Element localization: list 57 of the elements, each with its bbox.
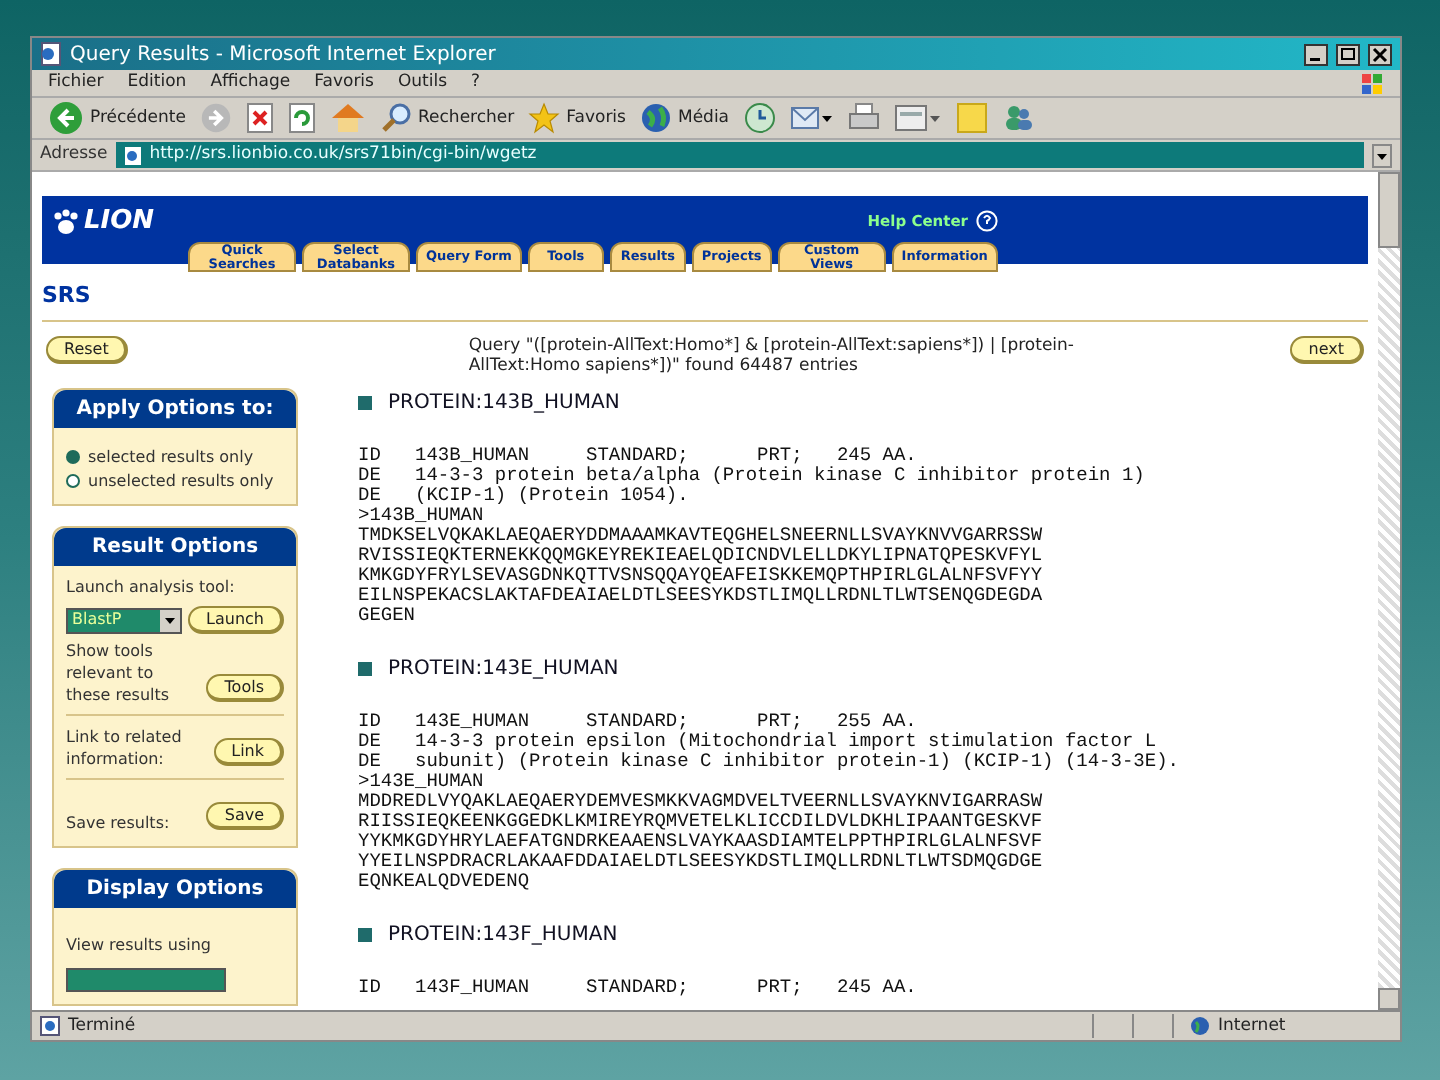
menu-item[interactable]: Fichier [48,70,104,96]
toolbar-label[interactable]: Favoris [566,105,626,131]
toolbar-label[interactable]: Média [677,105,730,131]
sequence-line: EQNKEALQDVEDENQ [358,872,532,892]
option-label: Show tools relevant to these results [66,640,172,706]
status-text: Terminé [68,1013,138,1039]
menu-item[interactable]: Affichage [210,70,291,96]
sequence-line: YYKMKGDYHRYLAEFATGNDRKEAAENSLVAYKAASDIAMTELPPTHPIRLGLALNFSVF [358,832,1045,852]
sequence-line: DE (KCIP-1) (Protein 1054). [358,486,691,506]
sequence-line: ID 143E_HUMAN STANDARD; PRT; 255 AA. [358,712,919,732]
sequence-line: MDDREDLVYQAKLAEQAERYDEMVESMKKVAGMDVELTVEERNLLSVAYKNVIGARRASW [358,792,1045,812]
reset-button[interactable]: Reset [46,336,129,364]
entry-heading[interactable]: PROTEIN:143E_HUMAN [388,654,619,684]
action-button[interactable]: Tools [206,674,284,702]
sequence-line: ID 143B_HUMAN STANDARD; PRT; 245 AA. [358,446,919,466]
radio-label: unselected results only [88,472,274,492]
sequence-line: EILNSPEKACSLAKTAFDEAIAELDTLSEESYKDSTLIMQLLRDNLTLWTSENQGDEGDA [358,586,1045,606]
sequence-line: >143B_HUMAN [358,506,486,526]
sequence-line: KMKGDYFRYLSEVASGDNKQTTVSNSQQAYQEAFEISKKEMQPTHPIRLGLALNFSVFYY [358,566,1045,586]
toolbar-label[interactable]: Rechercher [418,105,515,131]
option-label: Save results: [66,812,172,834]
entry-heading[interactable]: PROTEIN:143F_HUMAN [388,920,618,950]
sequence-line: TMDKSELVQKAKLAEQAERYDDMAAAMKAVTEQGHELSNEERNLLSVAYKNVVGARRSSW [358,526,1045,546]
sequence-line: GEGEN [358,606,418,626]
sequence-line: RIISSIEQKEENKGGEDKLKMIREYRQMVETELKLICCDILDVLDKHLIPAANTGESKVF [358,812,1045,832]
window-title: Query Results - Microsoft Internet Explorer [70,41,498,69]
sequence-line: DE 14-3-3 protein epsilon (Mitochondrial import stimulation factor L [358,732,1159,752]
option-label: View results using [66,936,211,954]
toolbar-label[interactable]: Précédente [90,105,186,131]
sequence-line: ID 143F_HUMAN STANDARD; PRT; 245 AA. [358,978,919,998]
sequence-line: DE 14-3-3 protein beta/alpha (Protein kinase C inhibitor protein 1) [358,466,1147,486]
security-zone: Internet [1218,1013,1286,1039]
launch-button[interactable]: Launch [188,606,284,634]
action-button[interactable]: Save [206,802,284,830]
option-label: Launch analysis tool: [66,576,237,600]
sequence-line: DE subunit) (Protein kinase C inhibitor protein-1) (KCIP-1) (14-3-3E). [358,752,1179,772]
menu-item[interactable]: Outils [397,70,448,96]
query-summary: Query "([protein-AllText:Homo*] & [protein-AllText:sapiens*]) | [protein-AllText:Homo sapiens*])" found 64487 entries [468,336,1076,376]
address-field[interactable]: http://srs.lionbio.co.uk/srs71bin/cgi-bin/wgetz [115,142,1364,168]
radio-label: selected results only [88,448,254,468]
site-logo: LION [84,204,157,240]
menu-item[interactable]: Edition [127,70,187,96]
sequence-line: RVISSIEQKTERNEKKQQMGKEYREKIEAELQDICNDVLELLDKYLIPNATQPESKVFYL [358,546,1045,566]
sequence-line: YYEILNSPDRACRLAKAAFDDAIAELDTLSEESYKDSTLIMQLLRDNLTLWTSDMQGDGE [358,852,1045,872]
address-label: Adresse [40,142,108,168]
tool-select[interactable]: BlastP [66,607,183,633]
action-button[interactable]: Link [213,738,284,766]
menu-item[interactable]: ? [471,70,481,96]
option-label: Link to related information: [66,726,184,770]
menu-item[interactable]: Favoris [314,70,374,96]
panel-title: Apply Options to: [54,390,296,428]
entry-heading[interactable]: PROTEIN:143B_HUMAN [388,388,620,418]
sequence-line: >143E_HUMAN [358,772,486,792]
next-button[interactable]: next [1290,336,1364,364]
panel-title: Display Options [54,870,296,908]
section-title: SRS [42,282,91,308]
panel-title: Result Options [54,528,296,566]
